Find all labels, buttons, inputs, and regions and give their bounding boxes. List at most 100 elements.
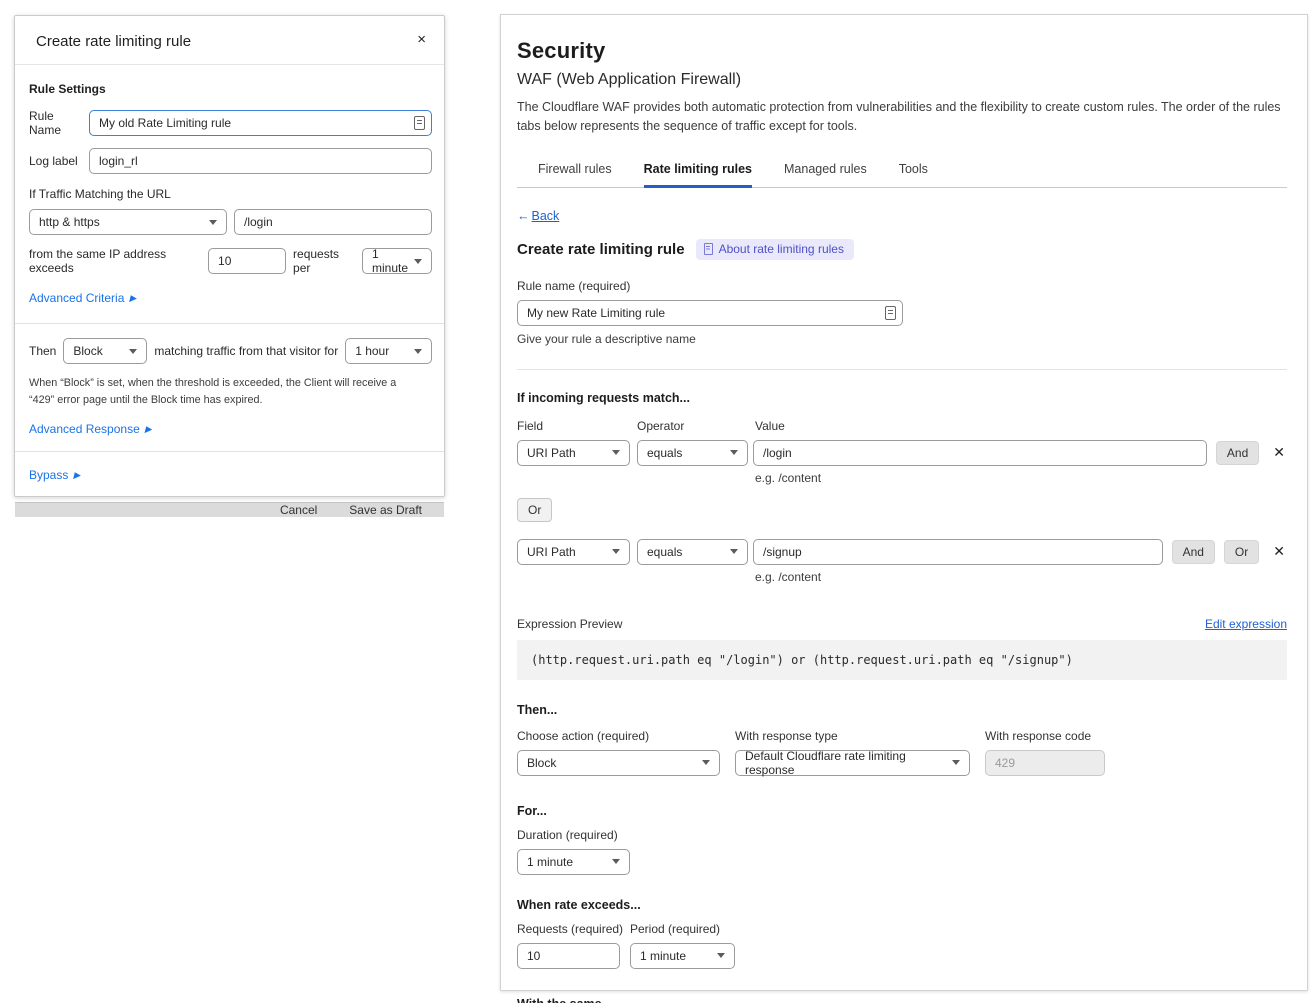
edit-expression-link[interactable]: Edit expression	[1205, 617, 1287, 631]
url-match-row: http & https	[29, 209, 432, 235]
response-type-select[interactable]: Default Cloudflare rate limiting respons…	[735, 750, 970, 776]
value-hint: e.g. /content	[755, 570, 1287, 584]
field-label: Field	[517, 419, 637, 433]
exceeds-prefix-text: from the same IP address exceeds	[29, 247, 201, 275]
for-heading: For...	[517, 804, 1287, 818]
screenshot-root: Create rate limiting rule × Rule Setting…	[0, 0, 1316, 1003]
then-row: Then Block matching traffic from that vi…	[29, 338, 432, 364]
tab-managed-rules[interactable]: Managed rules	[784, 153, 867, 188]
and-condition-button[interactable]: And	[1172, 540, 1215, 564]
page-description: The Cloudflare WAF provides both automat…	[517, 98, 1283, 136]
traffic-matching-label: If Traffic Matching the URL	[29, 187, 432, 201]
then-label: Then	[29, 344, 56, 358]
close-icon[interactable]: ×	[413, 28, 430, 51]
disclosure-icon: ▶	[145, 424, 152, 435]
cancel-button[interactable]: Cancel	[280, 503, 317, 517]
rule-name-input[interactable]	[527, 306, 885, 320]
action-column: Choose action (required) Block	[517, 729, 720, 776]
and-condition-button[interactable]: And	[1216, 441, 1259, 465]
security-waf-panel: Security WAF (Web Application Firewall) …	[500, 14, 1308, 991]
duration-select[interactable]: 1 minute	[517, 849, 630, 875]
value-input[interactable]	[753, 539, 1163, 565]
back-link[interactable]: ←Back	[517, 209, 559, 223]
autofill-icon	[414, 116, 425, 130]
choose-action-value: Block	[527, 756, 556, 770]
rule-name-help: Give your rule a descriptive name	[517, 332, 1287, 346]
response-type-label: With response type	[735, 729, 970, 743]
field-select[interactable]: URI Path	[517, 539, 630, 565]
threshold-row: from the same IP address exceeds request…	[29, 247, 432, 275]
operator-label: Operator	[637, 419, 755, 433]
bypass-link[interactable]: Bypass ▶	[29, 468, 80, 482]
period-label: Period (required)	[630, 922, 735, 936]
legacy-rate-limiting-dialog: Create rate limiting rule × Rule Setting…	[14, 15, 445, 497]
response-type-value: Default Cloudflare rate limiting respons…	[745, 749, 946, 777]
condition-labels: Field Operator Value	[517, 419, 1287, 433]
disclosure-icon: ▶	[73, 470, 80, 481]
disclosure-icon: ▶	[129, 293, 136, 304]
rule-name-label: Rule name (required)	[517, 279, 1287, 293]
url-input[interactable]	[234, 209, 432, 235]
log-label-input[interactable]	[89, 148, 432, 174]
response-code-column: With response code	[985, 729, 1105, 776]
back-label: Back	[532, 209, 560, 223]
ban-duration-select[interactable]: 1 hour	[345, 338, 432, 364]
chevron-down-icon	[129, 349, 137, 354]
field-select-value: URI Path	[527, 446, 576, 460]
period-select-value: 1 minute	[372, 247, 408, 275]
block-note-text: When “Block” is set, when the threshold …	[29, 375, 421, 408]
save-as-draft-button[interactable]: Save as Draft	[349, 503, 422, 517]
log-label-label: Log label	[29, 154, 89, 168]
period-column: Period (required) 1 minute	[630, 922, 735, 969]
period-select[interactable]: 1 minute	[630, 943, 735, 969]
requests-label: Requests (required)	[517, 922, 620, 936]
scheme-select[interactable]: http & https	[29, 209, 227, 235]
period-value: 1 minute	[640, 949, 686, 963]
tab-rate-limiting-rules[interactable]: Rate limiting rules	[644, 153, 752, 188]
value-hint: e.g. /content	[755, 471, 1287, 485]
autofill-icon	[885, 306, 896, 320]
chevron-down-icon	[702, 760, 710, 765]
advanced-response-link[interactable]: Advanced Response ▶	[29, 422, 152, 436]
expression-preview-code: (http.request.uri.path eq "/login") or (…	[517, 640, 1287, 680]
back-arrow-icon: ←	[517, 209, 530, 223]
rule-name-input[interactable]	[99, 116, 414, 130]
expression-header: Expression Preview Edit expression	[517, 617, 1287, 631]
choose-action-label: Choose action (required)	[517, 729, 720, 743]
requests-input[interactable]	[208, 248, 286, 274]
or-condition-button[interactable]: Or	[1224, 540, 1259, 564]
value-input[interactable]	[753, 440, 1207, 466]
choose-action-select[interactable]: Block	[517, 750, 720, 776]
duration-label: Duration (required)	[517, 828, 1287, 842]
field-select[interactable]: URI Path	[517, 440, 630, 466]
then-section: Then Block matching traffic from that vi…	[15, 323, 444, 451]
or-condition-button[interactable]: Or	[517, 498, 552, 522]
dialog-footer: Cancel Save as Draft	[15, 502, 444, 517]
remove-condition-icon[interactable]: ✕	[1271, 442, 1287, 463]
operator-select-value: equals	[647, 446, 682, 460]
condition-row: URI Path equals And Or ✕	[517, 539, 1287, 565]
period-select[interactable]: 1 minute	[362, 248, 432, 274]
duration-value: 1 minute	[527, 855, 573, 869]
remove-condition-icon[interactable]: ✕	[1271, 541, 1287, 562]
about-rate-limiting-badge[interactable]: About rate limiting rules	[696, 239, 854, 260]
advanced-criteria-link[interactable]: Advanced Criteria ▶	[29, 291, 136, 305]
tab-firewall-rules[interactable]: Firewall rules	[538, 153, 612, 188]
response-code-label: With response code	[985, 729, 1105, 743]
response-type-column: With response type Default Cloudflare ra…	[735, 729, 970, 776]
dialog-header: Create rate limiting rule ×	[15, 16, 444, 65]
chevron-down-icon	[414, 349, 422, 354]
operator-select[interactable]: equals	[637, 539, 748, 565]
form-title: Create rate limiting rule	[517, 241, 685, 258]
condition-row: URI Path equals And ✕	[517, 440, 1287, 466]
about-badge-label: About rate limiting rules	[719, 242, 844, 256]
action-select[interactable]: Block	[63, 338, 147, 364]
chevron-down-icon	[612, 450, 620, 455]
requests-input[interactable]	[517, 943, 620, 969]
document-icon	[704, 243, 713, 255]
form-title-row: Create rate limiting rule About rate lim…	[517, 239, 1287, 260]
tab-tools[interactable]: Tools	[899, 153, 928, 188]
chevron-down-icon	[612, 549, 620, 554]
rate-columns: Requests (required) Period (required) 1 …	[517, 922, 1287, 969]
operator-select[interactable]: equals	[637, 440, 748, 466]
